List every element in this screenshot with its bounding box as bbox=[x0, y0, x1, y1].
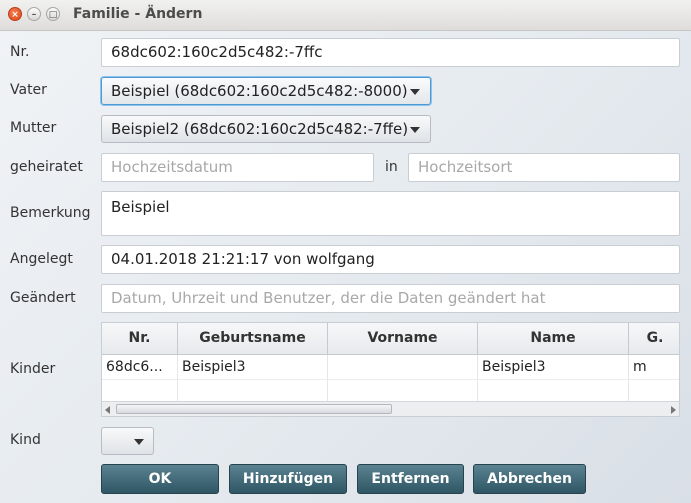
hochzeitsdatum-field[interactable]: Hochzeitsdatum bbox=[101, 153, 374, 182]
cell-nr: 68dc6... bbox=[102, 355, 178, 379]
cell-geburtsname: Beispiel3 bbox=[178, 355, 328, 379]
empty-cell bbox=[478, 379, 629, 401]
column-header-geburtsname[interactable]: Geburtsname bbox=[178, 323, 328, 354]
label-nr: Nr. bbox=[10, 44, 30, 60]
empty-cell bbox=[178, 379, 328, 401]
chevron-down-icon bbox=[410, 89, 420, 95]
minimize-window-button[interactable]: – bbox=[27, 7, 41, 21]
ok-button[interactable]: OK bbox=[101, 464, 219, 494]
hinzufuegen-button[interactable]: Hinzufügen bbox=[229, 464, 347, 494]
column-header-nr[interactable]: Nr. bbox=[102, 323, 178, 354]
maximize-window-button[interactable]: □ bbox=[46, 7, 60, 21]
column-header-vorname[interactable]: Vorname bbox=[328, 323, 478, 354]
vater-combo-value: Beispiel (68dc602:160c2d5c482:-8000) bbox=[111, 82, 408, 100]
label-geheiratet: geheiratet bbox=[10, 159, 83, 175]
empty-cell bbox=[328, 379, 478, 401]
arrow-right-icon[interactable] bbox=[671, 406, 676, 414]
label-kind: Kind bbox=[10, 432, 41, 448]
label-angelegt: Angelegt bbox=[10, 251, 73, 267]
column-header-name[interactable]: Name bbox=[478, 323, 629, 354]
mutter-combo[interactable]: Beispiel2 (68dc602:160c2d5c482:-7ffe) bbox=[101, 115, 431, 143]
geaendert-field[interactable]: Datum, Uhrzeit und Benutzer, der die Dat… bbox=[101, 284, 680, 313]
label-mutter: Mutter bbox=[10, 120, 57, 136]
label-in: in bbox=[385, 159, 398, 175]
empty-cell bbox=[102, 379, 178, 401]
arrow-left-icon[interactable] bbox=[105, 406, 110, 414]
chevron-down-icon bbox=[410, 127, 420, 133]
chevron-down-icon bbox=[134, 439, 144, 445]
close-window-button[interactable]: × bbox=[8, 7, 22, 21]
table-header: Nr. Geburtsname Vorname Name G. bbox=[102, 323, 679, 355]
nr-field[interactable]: 68dc602:160c2d5c482:-7ffc bbox=[101, 38, 680, 67]
window-title: Familie - Ändern bbox=[73, 6, 203, 22]
label-kinder: Kinder bbox=[10, 361, 56, 377]
angelegt-field[interactable]: 04.01.2018 21:21:17 von wolfgang bbox=[101, 245, 680, 274]
hochzeitsort-field[interactable]: Hochzeitsort bbox=[408, 153, 680, 182]
cell-geschlecht: m bbox=[633, 359, 647, 375]
empty-cell bbox=[629, 379, 679, 401]
bemerkung-textarea[interactable]: Beispiel bbox=[101, 191, 680, 236]
kind-combo[interactable] bbox=[101, 427, 154, 455]
cell-name: Beispiel3 bbox=[478, 355, 629, 379]
horizontal-scrollbar[interactable] bbox=[102, 401, 679, 416]
label-geaendert: Geändert bbox=[10, 290, 76, 306]
mutter-combo-value: Beispiel2 (68dc602:160c2d5c482:-7ffe) bbox=[111, 120, 409, 138]
abbrechen-button[interactable]: Abbrechen bbox=[473, 464, 586, 494]
kinder-table[interactable]: Nr. Geburtsname Vorname Name G. 68dc6...… bbox=[101, 322, 680, 417]
title-bar: × – □ Familie - Ändern bbox=[0, 0, 691, 31]
cell-vorname bbox=[328, 355, 478, 379]
label-bemerkung: Bemerkung bbox=[10, 205, 91, 221]
vater-combo[interactable]: Beispiel (68dc602:160c2d5c482:-8000) bbox=[101, 77, 431, 105]
column-header-geschlecht[interactable]: G. bbox=[629, 323, 679, 354]
scrollbar-thumb[interactable] bbox=[116, 404, 392, 414]
label-vater: Vater bbox=[10, 82, 47, 98]
entfernen-button[interactable]: Entfernen bbox=[357, 464, 464, 494]
